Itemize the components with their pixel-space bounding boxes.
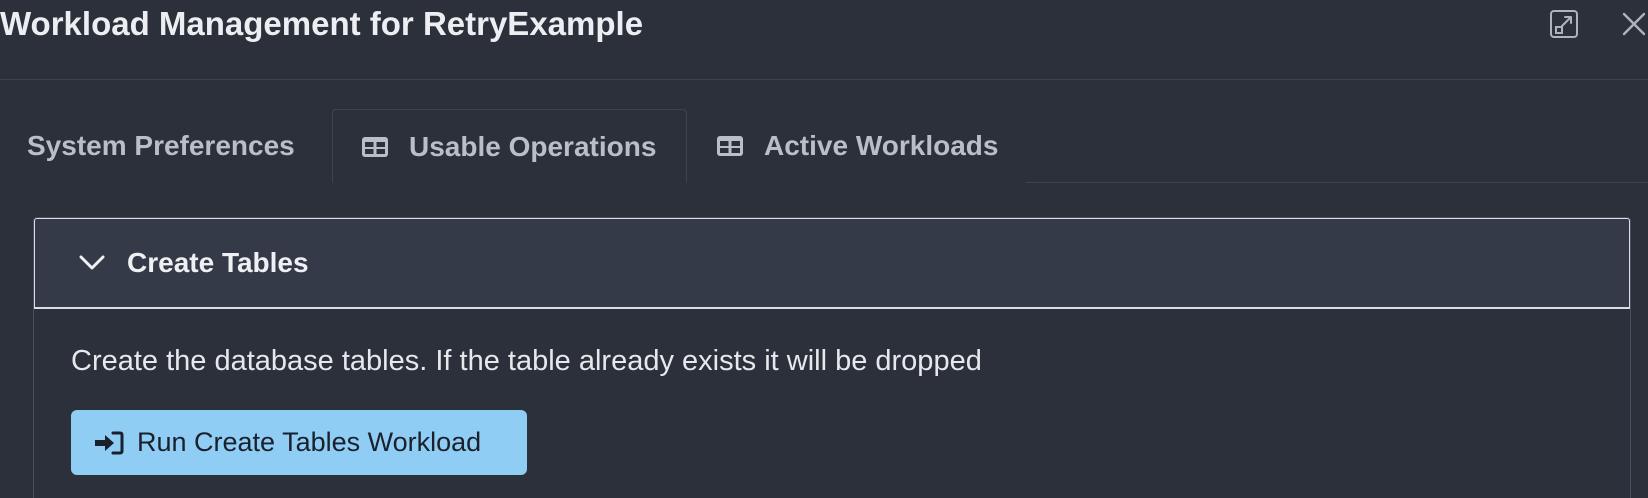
expand-icon: [1550, 10, 1578, 38]
sign-in-icon: [93, 430, 125, 456]
tab-active-workloads[interactable]: Active Workloads: [687, 109, 1026, 183]
accordion-body: Create the database tables. If the table…: [34, 309, 1630, 498]
tab-usable-operations[interactable]: Usable Operations: [332, 109, 687, 183]
accordion-title: Create Tables: [127, 247, 309, 278]
close-button[interactable]: [1617, 7, 1648, 41]
chevron-down-icon: [77, 248, 107, 278]
expand-button[interactable]: [1547, 7, 1581, 41]
tab-label: Active Workloads: [764, 130, 999, 161]
window-header: Workload Management for RetryExample: [0, 0, 1648, 80]
window-title: Workload Management for RetryExample: [0, 5, 644, 42]
tab-label: Usable Operations: [409, 130, 657, 162]
accordion-header[interactable]: Create Tables: [34, 218, 1630, 309]
operation-description: Create the database tables. If the table…: [71, 345, 982, 377]
tab-label: System Preferences: [27, 130, 295, 161]
create-tables-accordion: Create Tables Create the database tables…: [33, 217, 1631, 498]
workload-management-window: Workload Management for RetryExample Sys…: [0, 0, 1648, 498]
close-icon: [1622, 12, 1646, 36]
tab-bar: System Preferences Usable Operations Act…: [0, 109, 1648, 183]
run-create-tables-button[interactable]: Run Create Tables Workload: [71, 410, 527, 475]
tab-bar-divider: [1026, 182, 1648, 183]
table-icon: [361, 136, 389, 158]
tab-system-preferences[interactable]: System Preferences: [0, 109, 332, 183]
run-button-label: Run Create Tables Workload: [137, 427, 482, 457]
table-icon: [716, 135, 744, 157]
